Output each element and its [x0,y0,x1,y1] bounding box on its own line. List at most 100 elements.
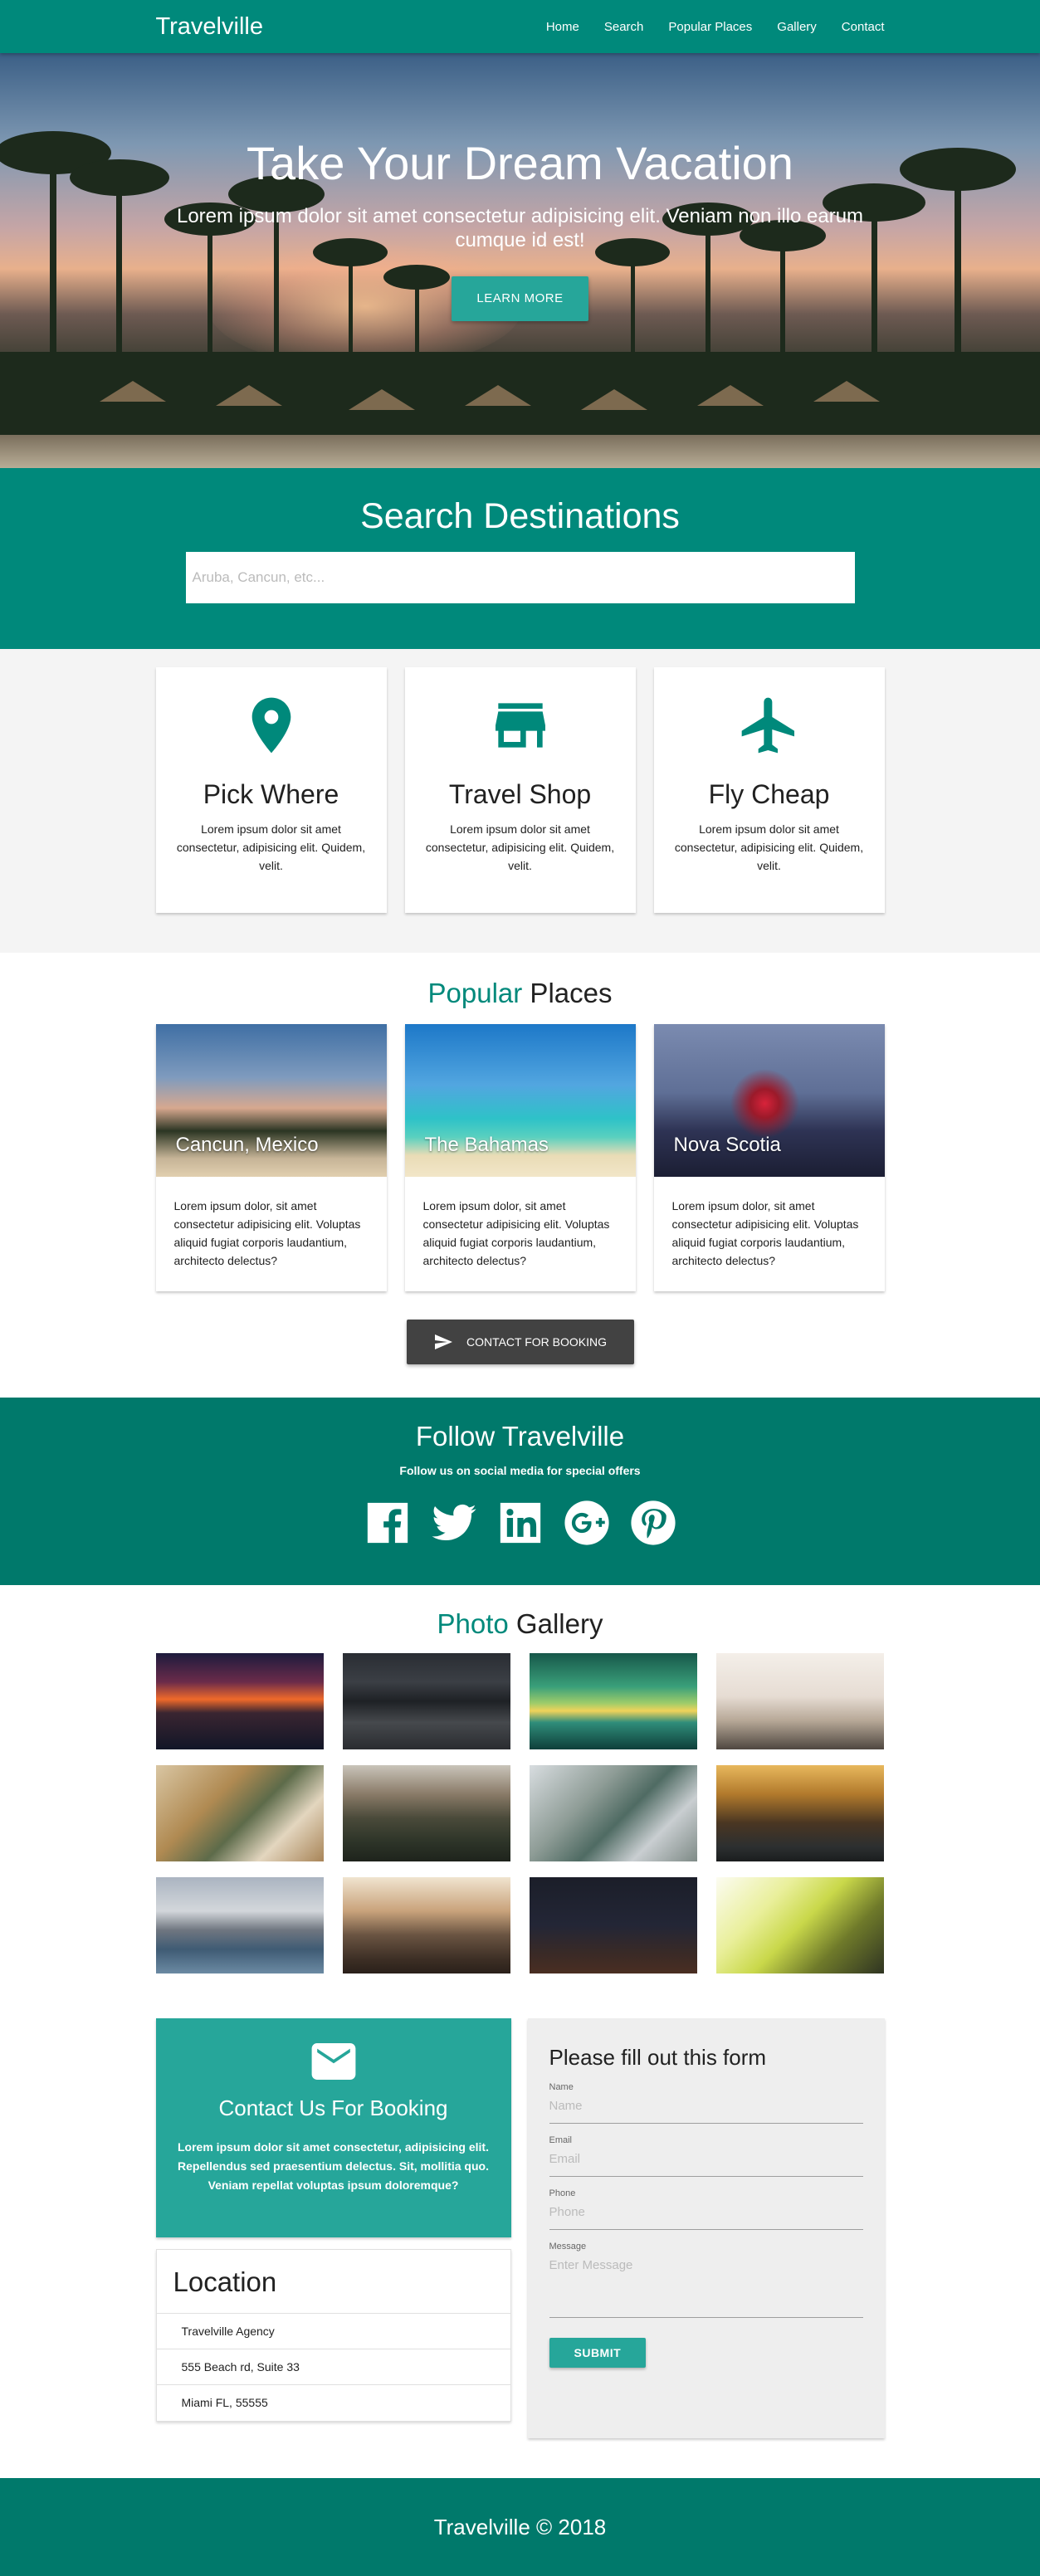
feature-card-travel-shop: Travel Shop Lorem ipsum dolor sit amet c… [404,667,636,913]
learn-more-button[interactable]: LEARN MORE [452,276,588,321]
location-line: Travelville Agency [156,2314,510,2349]
gallery-image-pineapples[interactable] [155,1765,324,1861]
contact-section: Contact Us For Booking Lorem ipsum dolor… [0,2017,1040,2478]
place-name: The Bahamas [424,1134,549,1156]
place-card-bahamas[interactable]: The Bahamas Lorem ipsum dolor, sit amet … [404,1024,636,1291]
place-image-bahamas: The Bahamas [404,1024,636,1177]
gallery-image-eiffel-tower[interactable] [716,1653,885,1749]
feature-card-pick-where: Pick Where Lorem ipsum dolor sit amet co… [155,667,387,913]
feature-card-fly-cheap: Fly Cheap Lorem ipsum dolor sit amet con… [653,667,885,913]
title-accent: Popular [427,978,523,1008]
gallery-image-yellow-leaf[interactable] [716,1877,885,1973]
footer: Travelville © 2018 [0,2478,1040,2576]
feature-title: Travel Shop [448,779,592,809]
feature-text: Lorem ipsum dolor sit amet consectetur, … [176,822,366,872]
title-rest: Places [522,978,613,1008]
contact-booking-box: Contact Us For Booking Lorem ipsum dolor… [155,2018,511,2237]
location-box: Location Travelville Agency 555 Beach rd… [155,2249,511,2422]
destination-search-input[interactable]: Aruba, Cancun, etc... [185,552,855,603]
feature-title: Fly Cheap [708,779,830,809]
store-icon [495,703,545,748]
popular-places-section: Popular Places Cancun, Mexico Lorem ipsu… [0,953,1040,1398]
photo-gallery-title: Photo Gallery [156,1608,885,1640]
form-title: Please fill out this form [549,2045,767,2070]
gallery-image-sunset-beach[interactable] [155,1653,324,1749]
email-field-group: Email Email [549,2135,863,2177]
gallery-image-bridge-aerial[interactable] [530,1765,698,1861]
follow-section: Follow Travelville Follow us on social m… [0,1398,1040,1585]
name-field-group: Name Name [549,2082,863,2124]
place-text: Lorem ipsum dolor, sit amet consectetur … [422,1199,610,1267]
photo-gallery-section: Photo Gallery [0,1585,1040,2017]
nav-link-gallery[interactable]: Gallery [777,20,817,34]
search-title: Search Destinations [360,496,680,536]
send-icon [434,1334,452,1349]
title-rest: Gallery [508,1608,603,1639]
email-label: Email [549,2135,573,2145]
hero-subtitle: Lorem ipsum dolor sit amet consectetur a… [176,205,864,251]
nav-link-search[interactable]: Search [604,20,644,34]
phone-field-group: Phone Phone [549,2188,863,2230]
social-links [0,1499,1040,1547]
airplane-icon [741,697,794,754]
gallery-image-green-sky[interactable] [530,1653,698,1749]
linkedin-icon[interactable] [496,1499,544,1547]
contact-for-booking-button[interactable]: CONTACT FOR BOOKING [406,1320,634,1364]
search-section: Search Destinations Aruba, Cancun, etc..… [0,468,1040,649]
message-textarea[interactable]: Enter Message [549,2258,863,2318]
title-accent: Photo [437,1608,509,1639]
nav-menu: Home Search Popular Places Gallery Conta… [521,20,885,34]
hero-beach [0,435,1040,468]
navbar: Travelville Home Search Popular Places G… [0,0,1040,53]
feature-text: Lorem ipsum dolor sit amet consectetur, … [674,822,864,872]
feature-text: Lorem ipsum dolor sit amet consectetur, … [425,822,615,872]
email-input[interactable]: Email [549,2152,863,2177]
message-label: Message [549,2242,587,2252]
submit-button[interactable]: SUBMIT [549,2338,647,2368]
place-text: Lorem ipsum dolor, sit amet consectetur … [671,1199,859,1267]
nav-link-popular-places[interactable]: Popular Places [668,20,752,34]
booking-form: Please fill out this form Name Name Emai… [527,2018,885,2438]
facebook-icon[interactable] [364,1499,412,1547]
hero-title: Take Your Dream Vacation [247,137,793,189]
google-plus-icon[interactable] [563,1499,611,1547]
follow-subtitle: Follow us on social media for special of… [399,1464,641,1477]
gallery-image-autumn-car[interactable] [716,1765,885,1861]
gallery-image-pagoda[interactable] [342,1653,510,1749]
contact-booking-text: Lorem ipsum dolor sit amet consectetur, … [178,2140,489,2192]
hero-section: Take Your Dream Vacation Lorem ipsum dol… [0,53,1040,468]
twitter-icon[interactable] [430,1499,478,1547]
place-text: Lorem ipsum dolor, sit amet consectetur … [173,1199,361,1267]
popular-places-title: Popular Places [156,978,885,1009]
contact-for-booking-label: CONTACT FOR BOOKING [466,1335,608,1349]
place-card-nova-scotia[interactable]: Nova Scotia Lorem ipsum dolor, sit amet … [653,1024,885,1291]
nav-link-contact[interactable]: Contact [842,20,885,34]
map-pin-icon [251,697,291,754]
envelope-icon [311,2043,355,2080]
footer-copyright: Travelville © 2018 [433,2515,607,2539]
brand-logo[interactable]: Travelville [156,13,263,41]
gallery-image-night-sky[interactable] [530,1877,698,1973]
location-list: Travelville Agency 555 Beach rd, Suite 3… [156,2314,510,2421]
nav-link-home[interactable]: Home [546,20,579,34]
features-section: Pick Where Lorem ipsum dolor sit amet co… [0,649,1040,953]
gallery-image-harbor-town[interactable] [155,1877,324,1973]
gallery-image-city-skyline[interactable] [342,1877,510,1973]
place-card-cancun[interactable]: Cancun, Mexico Lorem ipsum dolor, sit am… [155,1024,387,1291]
pinterest-icon[interactable] [629,1499,677,1547]
location-line: Miami FL, 55555 [181,2396,268,2409]
name-label: Name [549,2082,574,2092]
name-input[interactable]: Name [549,2099,863,2124]
place-image-cancun: Cancun, Mexico [155,1024,387,1177]
place-image-nova-scotia: Nova Scotia [653,1024,885,1177]
message-field-group: Message Enter Message [549,2242,863,2318]
gallery-image-valley-road[interactable] [342,1765,510,1861]
feature-title: Pick Where [203,779,339,809]
contact-booking-title: Contact Us For Booking [218,2095,448,2120]
location-line: 555 Beach rd, Suite 33 [156,2349,510,2385]
place-name: Nova Scotia [673,1134,781,1156]
phone-label: Phone [549,2188,576,2198]
place-name: Cancun, Mexico [175,1134,319,1156]
location-title: Location [156,2250,510,2314]
phone-input[interactable]: Phone [549,2205,863,2230]
